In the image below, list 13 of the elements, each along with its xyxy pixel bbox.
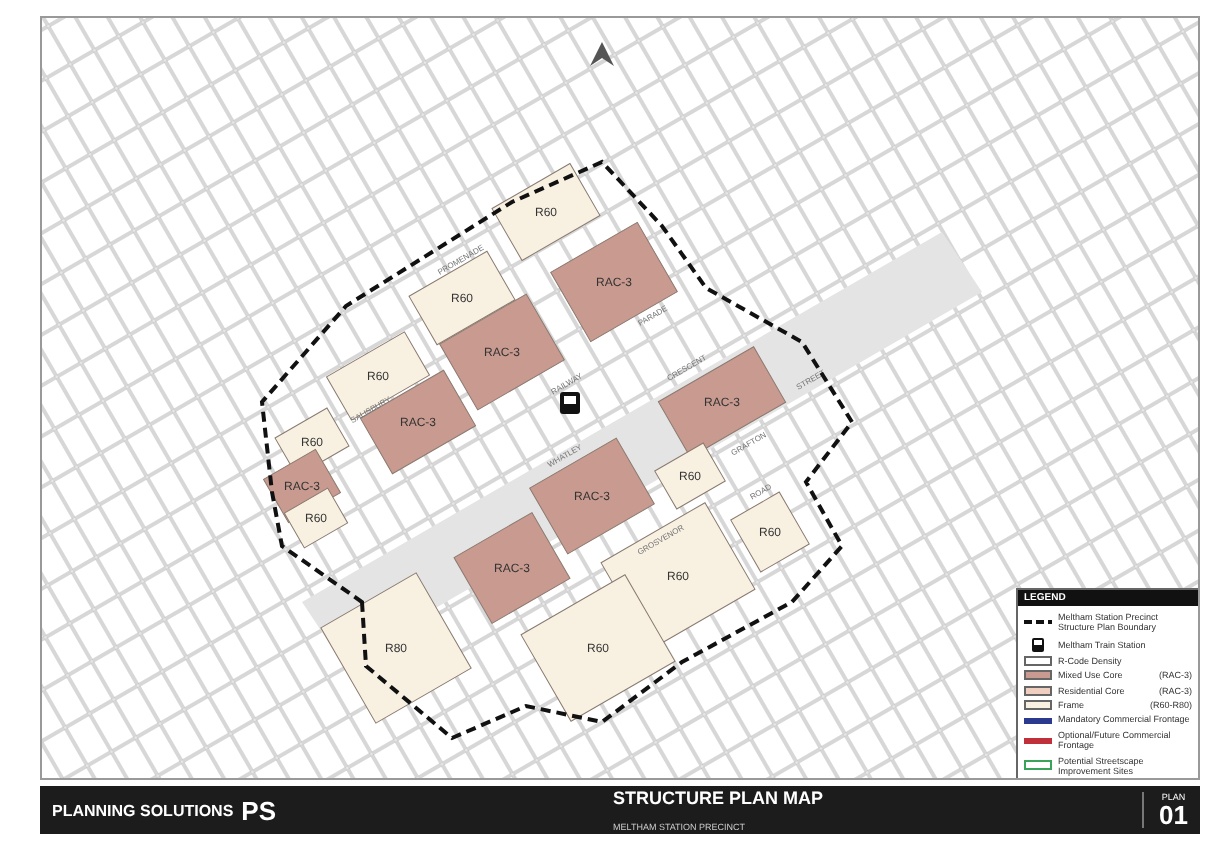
company-monogram: PS [241,795,277,825]
train-station-icon [560,392,580,414]
dashed-line-icon [1024,618,1052,627]
plan-number: 01 [1159,802,1188,828]
zone-block [550,221,678,343]
zone-block [326,331,430,421]
company-name: PLANNING SOLUTIONS [52,801,234,819]
density-box-icon [1024,655,1052,666]
north-arrow-icon [590,42,614,66]
zone-block [283,487,349,549]
map-title: STRUCTURE PLAN MAP [613,788,826,808]
train-station-icon [1032,637,1044,652]
zone-block [491,163,601,261]
